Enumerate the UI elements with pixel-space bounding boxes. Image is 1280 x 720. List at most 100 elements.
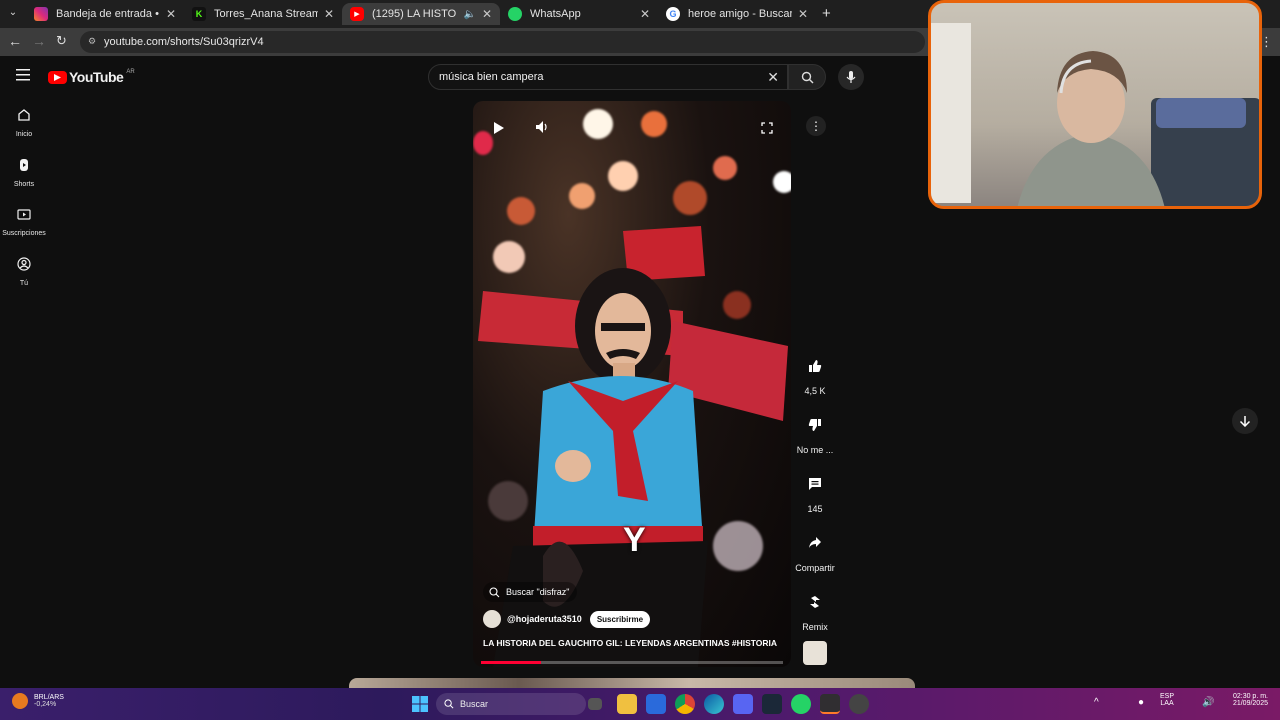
comment-count: 145 [807,504,823,514]
taskbar-search-label: Buscar [460,699,489,709]
tab-google[interactable]: G heroe amigo - Buscar con Goo ✕ [658,3,816,25]
country-code: AR [126,69,135,75]
google-icon: G [666,7,680,21]
next-short-button[interactable] [1232,408,1258,434]
you-icon [17,257,31,271]
language-indicator[interactable]: ESP LAA [1160,693,1174,707]
next-short-preview [349,678,915,688]
tray-overflow-icon[interactable]: ^ [1094,697,1099,708]
more-options-icon[interactable]: ⋮ [806,116,826,136]
site-info-icon[interactable]: ⚙ [88,36,98,46]
like-button[interactable]: 4,5 K [795,352,835,396]
steam-icon[interactable] [762,694,782,714]
short-video-player[interactable]: Y Buscar "disfraz" @hojaderuta3510 Suscr… [473,101,791,667]
comments-button[interactable]: 145 [795,470,835,514]
search-icon [801,71,813,83]
volume-tray-icon[interactable]: 🔊 [1202,697,1214,708]
whatsapp-taskbar-icon[interactable] [791,694,811,714]
search-icon [444,699,454,709]
short-title[interactable]: LA HISTORIA DEL GAUCHITO GIL: LEYENDAS A… [483,638,783,648]
currency-pair: BRL/ARS [34,694,64,701]
progress-track[interactable] [481,661,783,664]
subscribe-button[interactable]: Suscribirme [589,610,651,628]
sidebar-item-label: Inicio [15,131,33,138]
volume-button[interactable] [535,120,549,139]
sidebar-item-label: Tú [19,280,29,287]
tab-label: Torres_Anana Stream - Kick Da [214,8,318,20]
remix-button[interactable]: Remix [795,588,835,632]
clock[interactable]: 02:30 p. m. 21/09/2025 [1224,693,1268,707]
search-suggestion-chip[interactable]: Buscar "disfraz" [483,582,578,602]
search-suggestion-text: Buscar "disfraz" [506,587,570,597]
dislike-label: No me ... [796,445,834,455]
sidebar-item-inicio[interactable]: Inicio [0,108,48,138]
share-button[interactable]: Compartir [790,529,840,573]
share-icon [809,537,821,548]
discord-icon[interactable] [733,694,753,714]
tab-label: Bandeja de entrada • Chats [56,8,160,20]
close-tab-icon[interactable]: ✕ [166,7,176,21]
arrow-down-icon [1239,416,1251,427]
mute-tab-icon[interactable]: 🔈 [463,9,475,20]
progress-fill [481,661,542,664]
volume-icon [536,121,547,133]
thumbs-up-icon [809,360,822,372]
search-button[interactable] [788,64,826,90]
settings-icon[interactable] [849,694,869,714]
currency-widget[interactable]: BRL/ARS -0,24% [12,693,64,709]
tab-whatsapp[interactable]: WhatsApp ✕ [500,3,658,25]
sidebar-item-suscripciones[interactable]: Suscripciones [0,207,48,237]
start-button[interactable] [410,694,430,714]
shorts-icon [20,159,28,171]
mic-tray-icon[interactable]: ● [1138,697,1144,708]
channel-avatar[interactable] [483,610,501,628]
like-count: 4,5 K [804,386,826,396]
obs-icon[interactable] [820,694,840,714]
subscriptions-icon [17,209,31,220]
youtube-icon: ▶ [350,7,364,21]
lang-code: ESP [1160,693,1175,700]
close-tab-icon[interactable]: ✕ [482,7,492,21]
close-tab-icon[interactable]: ✕ [640,7,650,21]
file-explorer-icon[interactable] [617,694,637,714]
tab-instagram[interactable]: Bandeja de entrada • Chats ✕ [26,3,184,25]
address-bar[interactable]: ⚙ youtube.com/shorts/Su03qrizrV4 [80,31,925,53]
tab-label: WhatsApp [530,8,581,20]
channel-name[interactable]: @hojaderuta3510 [507,614,582,624]
search-input[interactable]: música bien campera ✕ [428,64,788,90]
tab-list-chevron-icon[interactable]: ⌄ [6,7,20,21]
tab-youtube-active[interactable]: ▶ (1295) LA HISTORIA DEL GA 🔈 ✕ [342,3,500,25]
voice-search-button[interactable] [838,64,864,90]
close-tab-icon[interactable]: ✕ [324,7,334,21]
menu-icon[interactable] [16,68,32,82]
fullscreen-icon [761,122,773,134]
reload-icon[interactable]: ↻ [56,33,67,49]
store-icon[interactable] [646,694,666,714]
share-label: Compartir [795,563,835,573]
play-icon [494,122,504,134]
back-icon[interactable]: ← [8,33,22,49]
task-view-icon[interactable] [588,698,602,710]
play-button[interactable] [493,121,505,139]
window-frame [931,23,971,203]
kick-icon: K [192,7,206,21]
close-tab-icon[interactable]: ✕ [798,7,808,21]
sidebar-item-tu[interactable]: Tú [0,257,48,287]
clear-search-icon[interactable]: ✕ [767,69,779,86]
sidebar-item-shorts[interactable]: Shorts [0,158,48,188]
home-icon [18,109,30,121]
channel-row: @hojaderuta3510 Suscribirme [483,610,651,628]
taskbar-search[interactable]: Buscar [436,693,586,715]
fullscreen-button[interactable] [761,121,773,139]
audio-thumbnail[interactable] [803,641,827,665]
new-tab-button[interactable]: + [822,5,836,22]
tab-label: (1295) LA HISTORIA DEL GA [372,8,457,20]
tab-kick[interactable]: K Torres_Anana Stream - Kick Da ✕ [184,3,342,25]
dislike-button[interactable]: No me ... [795,411,835,455]
chrome-icon[interactable] [675,694,695,714]
edge-icon[interactable] [704,694,724,714]
forward-icon[interactable]: → [32,33,46,49]
youtube-logo[interactable]: YouTube AR [48,69,135,85]
microphone-icon [846,70,856,83]
sidebar-item-label: Suscripciones [2,230,46,237]
